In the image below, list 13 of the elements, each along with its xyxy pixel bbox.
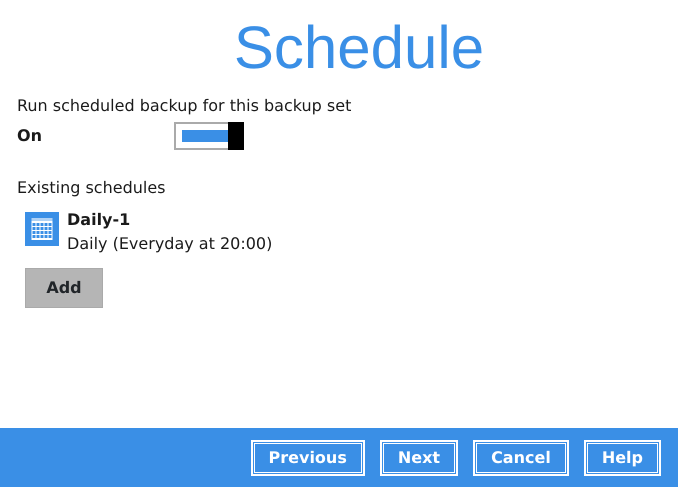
- section-label: Existing schedules: [17, 177, 166, 199]
- footer-button[interactable]: Help: [584, 440, 661, 476]
- setting-label: Run scheduled backup for this backup set: [17, 95, 352, 117]
- schedule-description: Daily (Everyday at 20:00): [67, 233, 272, 255]
- state-label: On: [17, 125, 43, 147]
- toggle-switch[interactable]: [174, 122, 244, 150]
- page-title: Schedule: [232, 18, 486, 78]
- footer-button[interactable]: Next: [380, 440, 458, 476]
- footer-button[interactable]: Cancel: [473, 440, 569, 476]
- add-button[interactable]: Add: [25, 268, 103, 308]
- schedule-name[interactable]: Daily-1: [67, 208, 272, 232]
- footer-button[interactable]: Previous: [250, 440, 365, 476]
- calendar-icon: [25, 212, 59, 246]
